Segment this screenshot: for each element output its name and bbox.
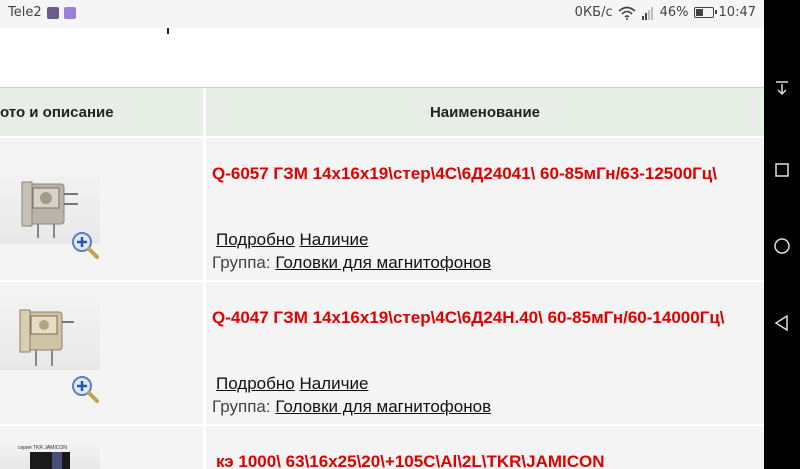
description-cell: Q-4047 ГЗМ 14х16х19\стер\4С\6Д24Н.40\ 60… xyxy=(206,282,764,424)
clock: 10:47 xyxy=(718,5,756,20)
browser-screen: Tele2 0КБ/с 46% 10:47 ото и описание Наи… xyxy=(0,0,764,469)
group-label: Группа: xyxy=(212,253,271,272)
table-row: серия TKR JAMICON кэ 1000\ 63\16х25\20\+… xyxy=(0,426,764,469)
zoom-icon[interactable] xyxy=(70,230,100,260)
page-header-area xyxy=(0,28,764,88)
photo-cell: серия TKR JAMICON xyxy=(0,426,203,469)
android-nav-bar xyxy=(764,0,800,469)
availability-link[interactable]: Наличие xyxy=(299,374,368,393)
recent-apps-icon[interactable] xyxy=(772,160,792,180)
photo-cell xyxy=(0,138,203,280)
product-links: Подробно Наличие xyxy=(216,228,368,252)
signal-icon xyxy=(641,6,653,20)
carrier-label: Tele2 xyxy=(8,5,42,20)
status-bar: Tele2 0КБ/с 46% 10:47 xyxy=(0,0,764,28)
notification-app-icon-2 xyxy=(63,6,76,19)
home-icon[interactable] xyxy=(772,236,792,256)
product-group: Группа: Головки для магнитофонов xyxy=(212,395,491,419)
battery-icon xyxy=(693,7,717,18)
table-header: ото и описание Наименование xyxy=(0,88,764,136)
group-link[interactable]: Головки для магнитофонов xyxy=(275,253,491,272)
details-link[interactable]: Подробно xyxy=(216,230,295,249)
product-thumbnail[interactable]: серия TKR JAMICON xyxy=(0,444,100,469)
battery-fill xyxy=(695,9,703,16)
product-title[interactable]: кэ 1000\ 63\16х25\20\+105С\Al\2L\TKR\JAM… xyxy=(216,450,746,469)
photo-cell xyxy=(0,282,203,424)
wifi-icon xyxy=(618,6,636,20)
availability-link[interactable]: Наличие xyxy=(299,230,368,249)
column-header-name: Наименование xyxy=(206,88,764,136)
zoom-icon[interactable] xyxy=(70,374,100,404)
back-icon[interactable] xyxy=(772,313,792,333)
cropped-heading-fragment xyxy=(167,28,179,34)
data-speed-label: 0КБ/с xyxy=(574,5,613,20)
details-link[interactable]: Подробно xyxy=(216,374,295,393)
group-label: Группа: xyxy=(212,397,271,416)
magnetic-head-image xyxy=(19,309,74,366)
capacitor-image xyxy=(30,452,70,469)
product-title[interactable]: Q-4047 ГЗМ 14х16х19\стер\4С\6Д24Н.40\ 60… xyxy=(212,306,742,330)
product-title[interactable]: Q-6057 ГЗМ 14х16х19\стер\4С\6Д24041\ 60-… xyxy=(212,162,742,186)
notification-app-icon xyxy=(46,6,59,19)
product-thumbnail[interactable] xyxy=(0,300,100,370)
product-links: Подробно Наличие xyxy=(216,372,368,396)
table-row: Q-4047 ГЗМ 14х16х19\стер\4С\6Д24Н.40\ 60… xyxy=(0,282,764,424)
product-group: Группа: Головки для магнитофонов xyxy=(212,251,491,275)
group-link[interactable]: Головки для магнитофонов xyxy=(275,397,491,416)
thumbnail-caption: серия TKR JAMICON xyxy=(18,445,67,451)
battery-percent: 46% xyxy=(659,5,689,20)
description-cell: кэ 1000\ 63\16х25\20\+105С\Al\2L\TKR\JAM… xyxy=(206,426,764,469)
hide-nav-icon[interactable] xyxy=(772,78,792,98)
column-header-photo: ото и описание xyxy=(0,88,203,136)
description-cell: Q-6057 ГЗМ 14х16х19\стер\4С\6Д24041\ 60-… xyxy=(206,138,764,280)
table-row: Q-6057 ГЗМ 14х16х19\стер\4С\6Д24041\ 60-… xyxy=(0,138,764,280)
